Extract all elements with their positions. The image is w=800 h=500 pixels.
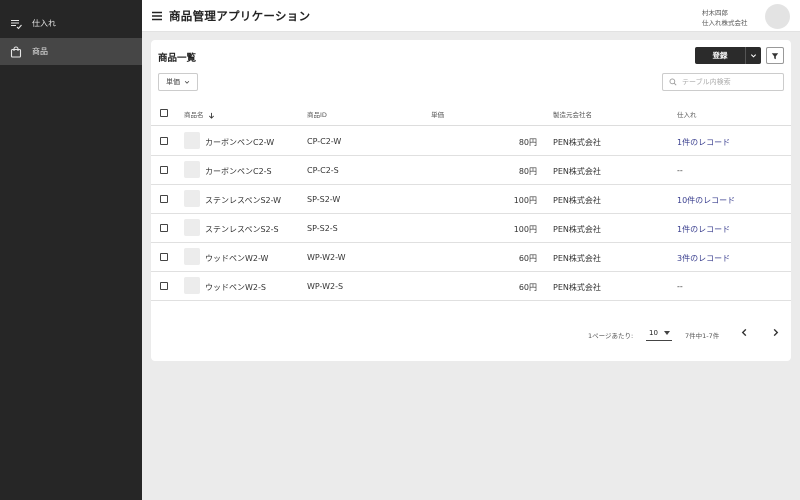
table-row[interactable]: ステンレスペンS2-W SP-S2-W 100円 PEN株式会社 10件のレコード	[151, 185, 791, 214]
maker-name: PEN株式会社	[553, 196, 601, 205]
page-range: 7件中1-7件	[685, 332, 720, 340]
maker-name: PEN株式会社	[553, 225, 601, 234]
select-all-checkbox[interactable]	[160, 109, 168, 117]
price-filter-chip[interactable]: 単価	[158, 73, 198, 91]
product-name: カーボンペンC2-S	[205, 167, 272, 176]
user-name: 村木四郎	[702, 9, 728, 17]
column-header-maker[interactable]: 製造元会社名	[553, 109, 592, 119]
unit-price: 100円	[513, 225, 537, 234]
avatar[interactable]	[765, 4, 790, 29]
table-row[interactable]: カーボンペンC2-W CP-C2-W 80円 PEN株式会社 1件のレコード	[151, 127, 791, 156]
row-checkbox[interactable]	[160, 253, 168, 261]
chevron-down-icon	[750, 54, 757, 58]
column-header-price[interactable]: 単価	[431, 109, 444, 119]
hamburger-menu-icon[interactable]	[151, 10, 163, 22]
purchase-records[interactable]: 1件のレコード	[677, 224, 730, 235]
product-id: SP-S2-S	[307, 224, 338, 233]
product-id: CP-C2-W	[307, 137, 342, 146]
product-thumbnail	[184, 277, 200, 294]
register-button[interactable]: 登録	[695, 47, 745, 64]
table-row[interactable]: ステンレスペンS2-S SP-S2-S 100円 PEN株式会社 1件のレコード	[151, 214, 791, 243]
row-checkbox[interactable]	[160, 224, 168, 232]
prev-page-button[interactable]	[737, 325, 751, 339]
row-checkbox[interactable]	[160, 137, 168, 145]
row-checkbox[interactable]	[160, 166, 168, 174]
unit-price: 60円	[518, 283, 537, 292]
purchase-records: --	[677, 166, 683, 175]
app-title: 商品管理アプリケーション	[169, 9, 311, 23]
product-id: SP-S2-W	[307, 195, 341, 204]
app-header: 商品管理アプリケーション 村木四郎 仕入れ株式会社	[142, 0, 800, 32]
unit-price: 80円	[518, 138, 537, 147]
register-options-button[interactable]	[745, 47, 761, 64]
product-name: カーボンペンC2-W	[205, 138, 275, 147]
sidebar: 仕入れ 商品	[0, 0, 142, 500]
product-name: ウッドペンW2-S	[205, 283, 266, 292]
chevron-right-icon	[773, 328, 778, 336]
product-name: ステンレスペンS2-W	[205, 196, 282, 205]
row-checkbox[interactable]	[160, 195, 168, 203]
product-id: WP-W2-W	[307, 253, 346, 262]
table-row[interactable]: カーボンペンC2-S CP-C2-S 80円 PEN株式会社 --	[151, 156, 791, 185]
rows-per-page-select[interactable]: 10	[646, 326, 672, 341]
unit-price: 60円	[518, 254, 537, 263]
column-header-id[interactable]: 商品ID	[307, 109, 327, 119]
next-page-button[interactable]	[768, 325, 782, 339]
purchase-records[interactable]: 3件のレコード	[677, 253, 730, 264]
table-row[interactable]: ウッドペンW2-W WP-W2-W 60円 PEN株式会社 3件のレコード	[151, 243, 791, 272]
product-name: ウッドペンW2-W	[205, 254, 269, 263]
product-thumbnail	[184, 190, 200, 207]
maker-name: PEN株式会社	[553, 254, 601, 263]
product-thumbnail	[184, 132, 200, 149]
purchase-records[interactable]: 1件のレコード	[677, 137, 730, 148]
unit-price: 100円	[513, 196, 537, 205]
unit-price: 80円	[518, 167, 537, 176]
maker-name: PEN株式会社	[553, 167, 601, 176]
product-thumbnail	[184, 219, 200, 236]
product-thumbnail	[184, 248, 200, 265]
user-company: 仕入れ株式会社	[702, 19, 748, 27]
product-list-card: 商品一覧 登録 単価 商品名 商品ID 単価 製造元会社名 仕入れ カーボンペン…	[151, 40, 791, 361]
filter-button[interactable]	[766, 47, 784, 64]
caret-down-icon	[663, 331, 670, 335]
sidebar-item-label: 商品	[32, 47, 48, 56]
sidebar-item-label: 仕入れ	[32, 19, 56, 28]
page-title: 商品一覧	[158, 53, 197, 64]
sidebar-item-purchase[interactable]: 仕入れ	[0, 10, 142, 37]
table-header: 商品名 商品ID 単価 製造元会社名 仕入れ	[151, 101, 791, 126]
product-name: ステンレスペンS2-S	[205, 225, 279, 234]
purchase-records: --	[677, 282, 683, 291]
shopping-bag-icon	[9, 45, 23, 59]
search-input[interactable]	[682, 78, 777, 86]
search-icon	[669, 78, 677, 86]
column-header-purchase[interactable]: 仕入れ	[677, 109, 697, 119]
maker-name: PEN株式会社	[553, 283, 601, 292]
purchase-list-icon	[9, 17, 23, 31]
table-search[interactable]	[662, 73, 784, 91]
rows-per-page-label: 1ページあたり:	[588, 332, 634, 340]
purchase-records[interactable]: 10件のレコード	[677, 195, 735, 206]
column-header-name[interactable]: 商品名	[184, 109, 215, 119]
row-checkbox[interactable]	[160, 282, 168, 290]
product-thumbnail	[184, 161, 200, 178]
chevron-down-icon	[184, 80, 190, 84]
price-filter-label: 単価	[166, 78, 180, 86]
product-id: WP-W2-S	[307, 282, 344, 291]
maker-name: PEN株式会社	[553, 138, 601, 147]
table-row[interactable]: ウッドペンW2-S WP-W2-S 60円 PEN株式会社 --	[151, 272, 791, 301]
sidebar-item-products[interactable]: 商品	[0, 38, 142, 65]
filter-icon	[771, 52, 779, 59]
product-id: CP-C2-S	[307, 166, 339, 175]
sort-arrow-down-icon	[208, 112, 214, 119]
chevron-left-icon	[741, 328, 746, 336]
